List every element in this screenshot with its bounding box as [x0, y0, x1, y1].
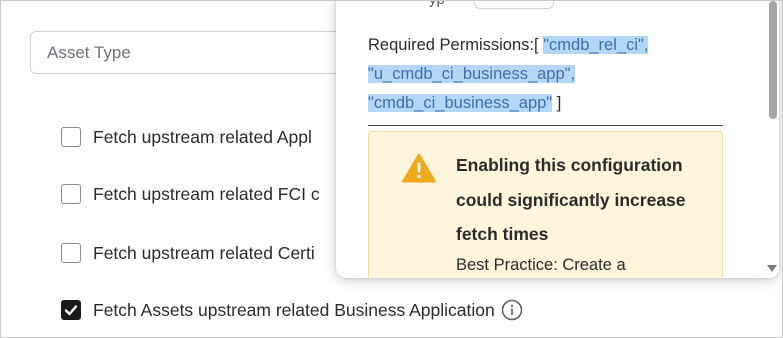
checkbox-business-application[interactable] [61, 300, 81, 320]
required-permissions: Required Permissions:[ "cmdb_rel_ci", "u… [368, 31, 724, 118]
popover-scrollbar[interactable] [765, 1, 779, 278]
checkbox-upstream-certi[interactable] [61, 243, 81, 263]
checkbox-row-upstream-appl[interactable]: Fetch upstream related Appl [61, 125, 312, 149]
scroll-down-arrow-icon[interactable] [767, 265, 777, 272]
warning-subtext: Best Practice: Create a [456, 256, 626, 274]
scrollbar-thumb[interactable] [769, 1, 777, 119]
checkbox-upstream-appl[interactable] [61, 127, 81, 147]
permission-item: "cmdb_rel_ci", [543, 36, 649, 54]
divider [368, 125, 723, 126]
checkmark-icon [64, 305, 78, 316]
checkbox-label: Fetch upstream related Certi [93, 242, 315, 263]
warning-triangle-icon [402, 153, 436, 188]
checkbox-label: Fetch upstream related Appl [93, 126, 312, 147]
permissions-popover: yp Required Permissions:[ "cmdb_rel_ci",… [336, 1, 779, 278]
checkbox-row-business-application[interactable]: Fetch Assets upstream related Business A… [61, 298, 523, 322]
permissions-label: Required Permissions:[ [368, 36, 539, 54]
permission-item: "u_cmdb_ci_business_app", [368, 65, 576, 83]
warning-callout: Enabling this configuration could signif… [368, 131, 723, 278]
permission-item: "cmdb_ci_business_app" [368, 94, 553, 112]
config-panel: Asset Type Fetch upstream related Appl F… [0, 0, 783, 338]
permissions-close: ] [552, 94, 562, 112]
info-circle-icon[interactable] [501, 299, 523, 321]
checkbox-row-upstream-certi[interactable]: Fetch upstream related Certi [61, 241, 315, 265]
checkbox-upstream-fci[interactable] [61, 184, 81, 204]
warning-title: Enabling this configuration could signif… [456, 155, 686, 244]
checkbox-label: Fetch upstream related FCI c [93, 183, 320, 204]
partial-input[interactable] [474, 1, 554, 9]
checkbox-row-upstream-fci[interactable]: Fetch upstream related FCI c [61, 182, 320, 206]
checkbox-label: Fetch Assets upstream related Business A… [93, 299, 495, 320]
partial-label: yp [429, 1, 445, 8]
